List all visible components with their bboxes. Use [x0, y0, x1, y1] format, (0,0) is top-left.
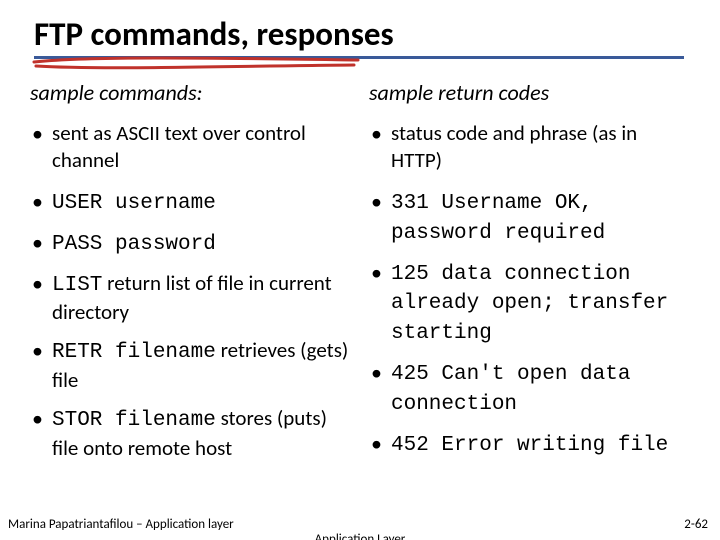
footer-left: Marina Papatriantafilou – Application la…: [8, 517, 234, 532]
list-item: 425 Can't open data connection: [369, 359, 690, 419]
left-list: sent as ASCII text over control channel …: [30, 120, 351, 462]
right-column: sample return codes status code and phra…: [369, 79, 690, 473]
list-item: sent as ASCII text over control channel: [30, 120, 351, 177]
footer-right: 2-62: [684, 517, 708, 532]
slide-title: FTP commands, responses: [34, 14, 684, 59]
list-item: PASS password: [30, 229, 351, 259]
left-column: sample commands: sent as ASCII text over…: [30, 79, 351, 473]
footer-center: Application Layer: [0, 532, 720, 540]
underline-scribble: [32, 54, 362, 72]
right-list: status code and phrase (as in HTTP) 331 …: [369, 120, 690, 460]
list-item: status code and phrase (as in HTTP): [369, 120, 690, 177]
list-item: 125 data connection already open; transf…: [369, 259, 690, 349]
list-item: USER username: [30, 188, 351, 218]
list-item: 452 Error writing file: [369, 430, 690, 460]
list-item: LIST return list of file in current dire…: [30, 270, 351, 327]
list-item: STOR filename stores (puts) file onto re…: [30, 405, 351, 462]
left-heading: sample commands:: [30, 79, 351, 106]
list-item: 331 Username OK, password required: [369, 188, 690, 248]
list-item: RETR filename retrieves (gets) file: [30, 337, 351, 394]
right-heading: sample return codes: [369, 79, 690, 106]
